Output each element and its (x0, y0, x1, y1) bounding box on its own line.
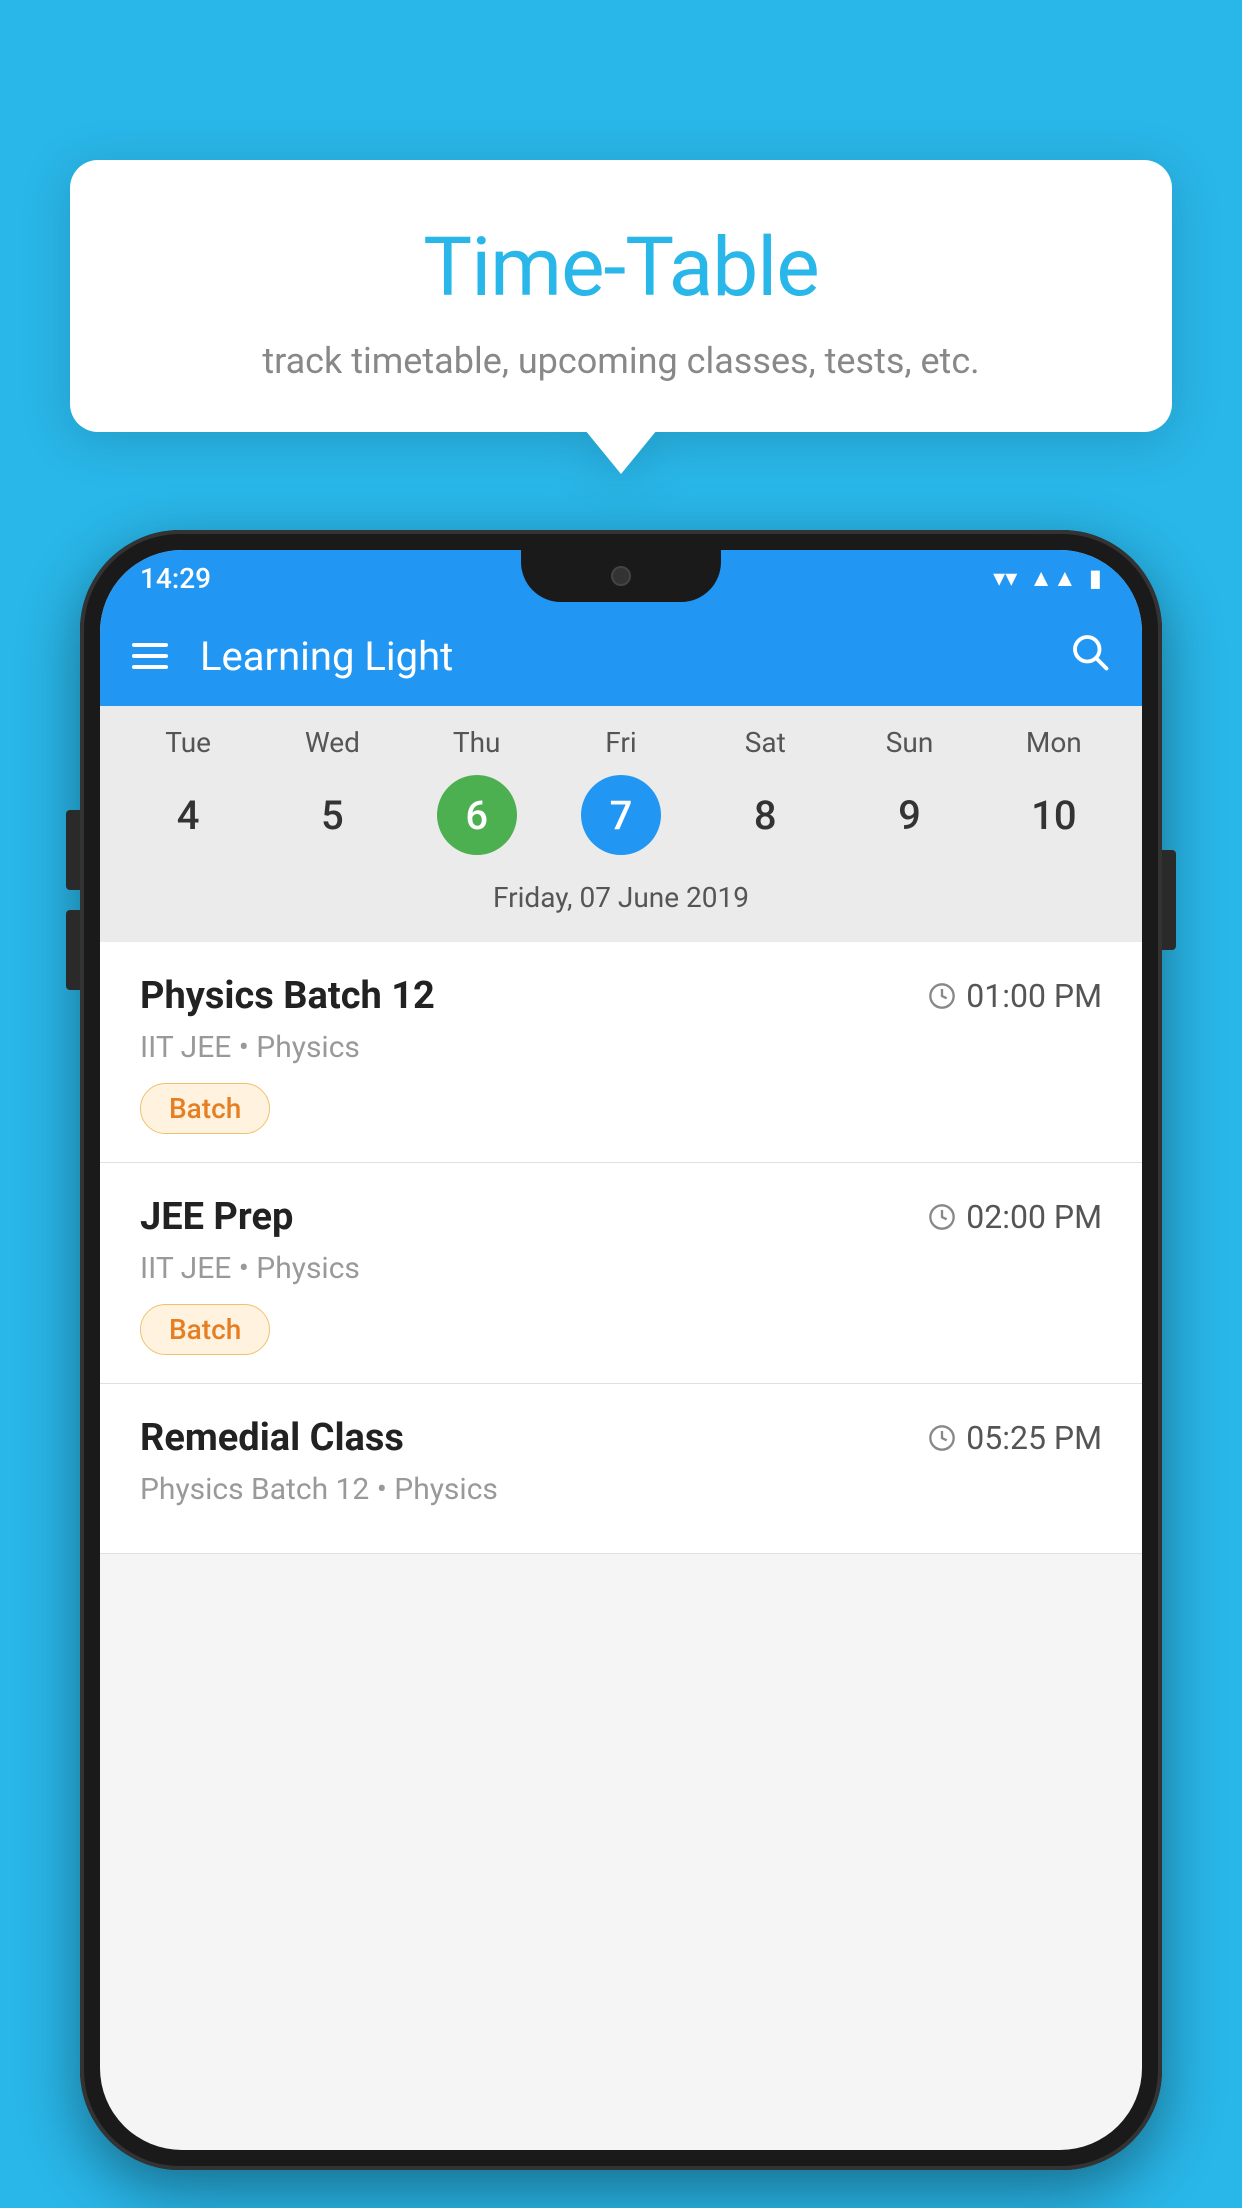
class-item-0[interactable]: Physics Batch 12 01:00 PM IIT JEE • Physi… (100, 942, 1142, 1163)
selected-date-label: Friday, 07 June 2019 (100, 871, 1142, 932)
day-number-8[interactable]: 8 (725, 775, 805, 855)
day-number-9[interactable]: 9 (870, 775, 950, 855)
day-name-fri: Fri (561, 726, 681, 759)
class-header-0: Physics Batch 12 01:00 PM (140, 974, 1102, 1018)
volume-up-button (66, 810, 80, 890)
clock-icon (928, 1424, 956, 1452)
class-meta-0: IIT JEE • Physics (140, 1030, 1102, 1065)
day-name-thu: Thu (417, 726, 537, 759)
day-numbers-row: 456789 10 (100, 775, 1142, 855)
class-time-1: 02:00 PM (928, 1198, 1102, 1236)
clock-icon (928, 1203, 956, 1231)
day-number-4[interactable]: 4 (148, 775, 228, 855)
signal-icon: ▲▲ (1029, 564, 1077, 593)
day-name-tue: Tue (128, 726, 248, 759)
class-header-2: Remedial Class 05:25 PM (140, 1416, 1102, 1460)
class-item-2[interactable]: Remedial Class 05:25 PM Physics Batch 12 … (100, 1384, 1142, 1554)
tooltip-card: Time-Table track timetable, upcoming cla… (70, 160, 1172, 432)
power-button (1162, 850, 1176, 950)
battery-icon: ▮ (1089, 564, 1102, 592)
day-names-row: Tue Wed Thu Fri Sat Sun Mon (100, 726, 1142, 759)
phone-mockup: 14:29 ▾▾ ▲▲ ▮ Learning Light (80, 530, 1162, 2208)
phone-notch (521, 550, 721, 602)
calendar-strip: Tue Wed Thu Fri Sat Sun Mon 456789 10 Friday, 0… (100, 706, 1142, 942)
class-header-1: JEE Prep 02:00 PM (140, 1195, 1102, 1239)
day-number-7[interactable]: 7 (581, 775, 661, 855)
app-title: Learning Light (200, 633, 1036, 680)
class-time-2: 05:25 PM (928, 1419, 1102, 1457)
app-bar: Learning Light (100, 606, 1142, 706)
day-name-sat: Sat (705, 726, 825, 759)
class-meta-1: IIT JEE • Physics (140, 1251, 1102, 1286)
clock-icon (928, 982, 956, 1010)
day-number-5[interactable]: 5 (292, 775, 372, 855)
phone-screen: 14:29 ▾▾ ▲▲ ▮ Learning Light (100, 550, 1142, 2150)
class-name-2: Remedial Class (140, 1416, 404, 1460)
status-icons: ▾▾ ▲▲ ▮ (993, 564, 1102, 593)
day-number-6[interactable]: 6 (437, 775, 517, 855)
class-meta-2: Physics Batch 12 • Physics (140, 1472, 1102, 1507)
camera-dot (611, 566, 631, 586)
class-list: Physics Batch 12 01:00 PM IIT JEE • Physi… (100, 942, 1142, 1554)
tooltip-subtitle: track timetable, upcoming classes, tests… (130, 340, 1112, 382)
class-name-0: Physics Batch 12 (140, 974, 435, 1018)
search-button[interactable] (1068, 630, 1110, 682)
day-name-mon: Mon (994, 726, 1114, 759)
day-name-sun: Sun (850, 726, 970, 759)
batch-badge-1: Batch (140, 1304, 270, 1355)
day-name-wed: Wed (272, 726, 392, 759)
day-number-10[interactable]: 10 (1014, 775, 1094, 855)
wifi-icon: ▾▾ (993, 564, 1017, 592)
phone-frame: 14:29 ▾▾ ▲▲ ▮ Learning Light (80, 530, 1162, 2170)
batch-badge-0: Batch (140, 1083, 270, 1134)
class-time-0: 01:00 PM (928, 977, 1102, 1015)
class-item-1[interactable]: JEE Prep 02:00 PM IIT JEE • Physics Batch (100, 1163, 1142, 1384)
volume-down-button (66, 910, 80, 990)
class-name-1: JEE Prep (140, 1195, 293, 1239)
tooltip-title: Time-Table (130, 220, 1112, 316)
status-time: 14:29 (140, 562, 211, 595)
hamburger-line-3 (132, 665, 168, 669)
hamburger-menu-button[interactable] (132, 643, 168, 669)
hamburger-line-2 (132, 654, 168, 658)
hamburger-line-1 (132, 643, 168, 647)
